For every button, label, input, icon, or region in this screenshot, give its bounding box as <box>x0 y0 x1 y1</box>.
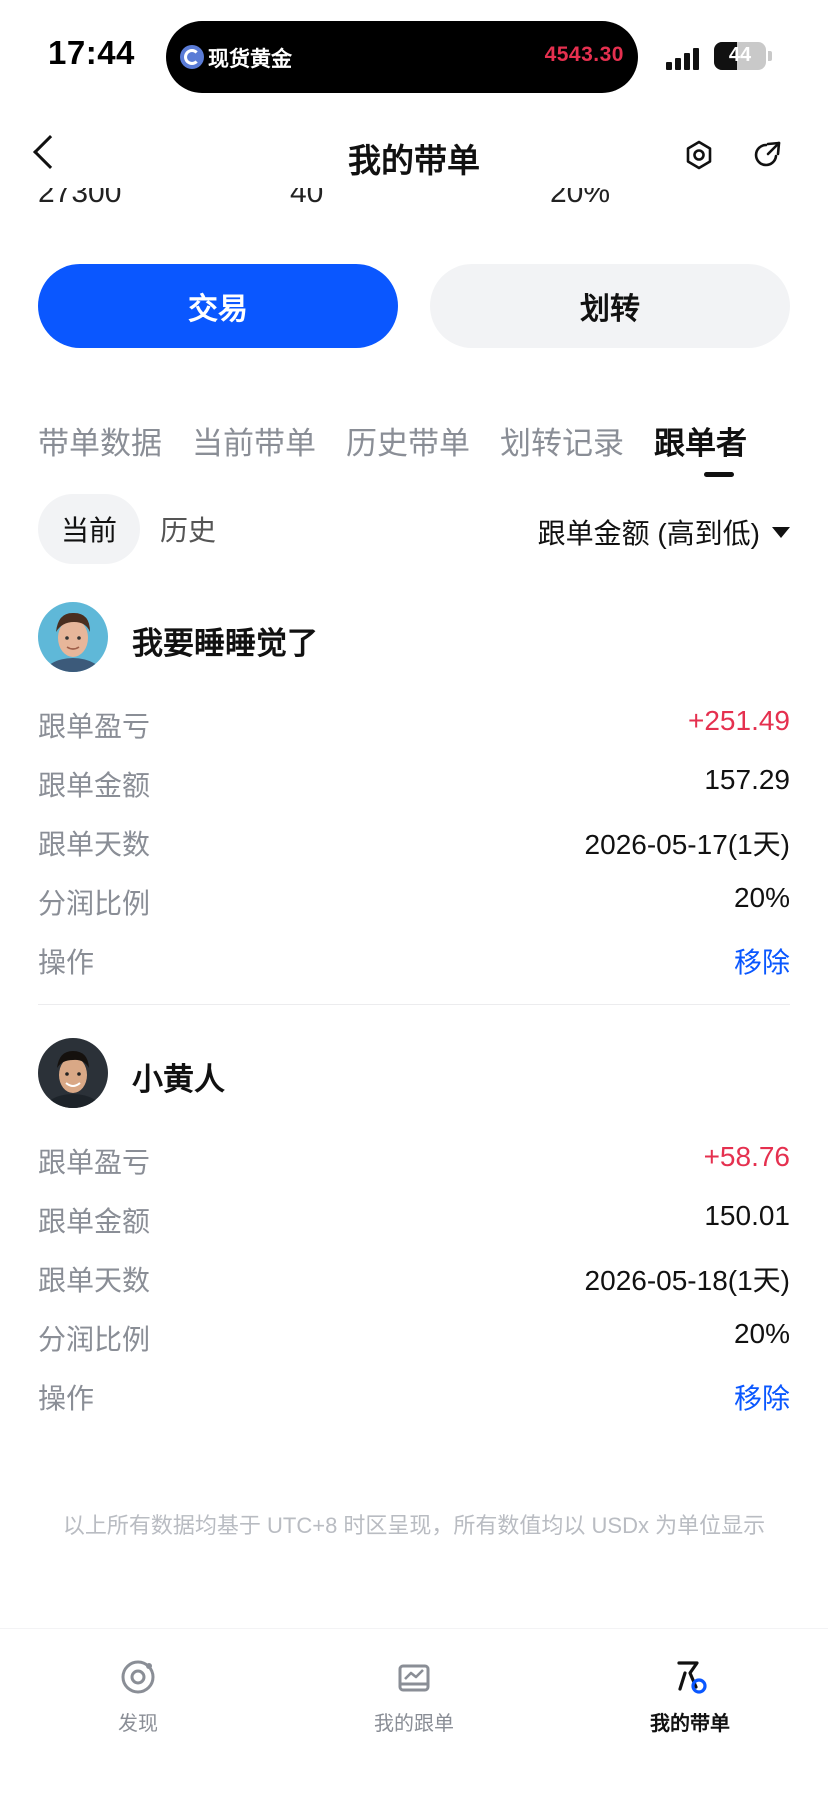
transfer-button[interactable]: 划转 <box>430 264 790 348</box>
timezone-footnote: 以上所有数据均基于 UTC+8 时区呈现，所有数值均以 USDx 为单位显示 <box>62 1513 766 1538</box>
amount-value: 157.29 <box>704 764 790 795</box>
divider <box>38 1004 790 1005</box>
row-label: 分润比例 <box>38 1324 151 1355</box>
follower-card: 小黄人 跟单盈亏 +58.76 跟单金额 150.01 跟单天数 2026-05… <box>38 1038 790 1414</box>
row-label: 跟单天数 <box>38 829 151 860</box>
tabbar-item-my-lead[interactable]: 我的带单 <box>620 1657 760 1736</box>
follower-name: 我要睡睡觉了 <box>132 626 318 661</box>
row-share-ratio: 分润比例 20% <box>38 1318 790 1358</box>
status-time: 17:44 <box>48 34 135 71</box>
row-amount: 跟单金额 157.29 <box>38 764 790 804</box>
days-value: 2026-05-17(1天) <box>584 829 790 860</box>
gold-ticker-icon <box>180 45 204 69</box>
stats-peek-value: 27300 <box>38 188 122 209</box>
tab-bar: 带单数据 当前带单 历史带单 划转记录 跟单者 <box>38 408 798 478</box>
follower-name: 小黄人 <box>132 1062 225 1097</box>
tab-history-lead[interactable]: 历史带单 <box>346 418 470 463</box>
row-label: 跟单盈亏 <box>38 711 151 742</box>
tabbar-label: 我的跟单 <box>374 1713 454 1735</box>
row-action: 操作 移除 <box>38 941 790 981</box>
segment-current[interactable]: 当前 <box>38 494 140 564</box>
lead-trade-icon <box>677 1661 707 1694</box>
profit-value: +58.76 <box>703 1141 790 1172</box>
row-days: 跟单天数 2026-05-18(1天) <box>38 1259 790 1299</box>
row-label: 分润比例 <box>38 888 151 919</box>
remove-button[interactable]: 移除 <box>734 1377 790 1417</box>
battery-percent: 44 <box>728 44 752 66</box>
follower-card: 我要睡睡觉了 跟单盈亏 +251.49 跟单金额 157.29 跟单天数 202… <box>38 602 790 978</box>
share-ratio-value: 20% <box>733 1318 790 1349</box>
stats-peek-value: 20% <box>550 188 611 209</box>
trade-button[interactable]: 交易 <box>38 264 398 348</box>
row-profit: 跟单盈亏 +58.76 <box>38 1141 790 1181</box>
days-value: 2026-05-18(1天) <box>584 1265 790 1296</box>
tabbar-label: 我的带单 <box>650 1713 730 1735</box>
nav-bar: 我的带单 <box>0 110 828 200</box>
bottom-tab-bar: 发现 我的跟单 我的带单 <box>0 1628 828 1795</box>
row-label: 跟单金额 <box>38 770 151 801</box>
row-label: 操作 <box>38 1383 95 1414</box>
share-icon[interactable] <box>752 140 782 170</box>
row-amount: 跟单金额 150.01 <box>38 1200 790 1240</box>
tab-lead-data[interactable]: 带单数据 <box>38 418 162 463</box>
profit-value: +251.49 <box>688 705 790 736</box>
row-action: 操作 移除 <box>38 1377 790 1417</box>
stats-peek-value: 40 <box>290 188 324 209</box>
battery-icon: 44 <box>714 42 766 70</box>
tabbar-item-discover[interactable]: 发现 <box>68 1657 208 1736</box>
island-label: 现货黄金 <box>208 48 292 71</box>
share-ratio-value: 20% <box>733 882 790 913</box>
discover-icon <box>121 1660 155 1694</box>
row-days: 跟单天数 2026-05-17(1天) <box>38 823 790 863</box>
sort-dropdown[interactable]: 跟单金额 (高到低) <box>538 512 790 552</box>
signal-icon <box>666 44 706 70</box>
row-share-ratio: 分润比例 20% <box>38 882 790 922</box>
tab-current-lead[interactable]: 当前带单 <box>192 418 316 463</box>
stats-peek: 27300 40 20% <box>0 188 828 214</box>
tabbar-item-my-copy[interactable]: 我的跟单 <box>344 1657 484 1736</box>
tab-followers[interactable]: 跟单者 <box>654 418 747 463</box>
row-label: 跟单天数 <box>38 1265 151 1296</box>
island-price: 4543.30 <box>544 43 624 66</box>
row-label: 跟单盈亏 <box>38 1147 151 1178</box>
sort-label: 跟单金额 (高到低) <box>537 518 760 549</box>
settings-icon[interactable] <box>684 140 714 170</box>
copy-trade-icon <box>398 1664 430 1692</box>
row-profit: 跟单盈亏 +251.49 <box>38 705 790 745</box>
tabbar-label: 发现 <box>118 1713 158 1735</box>
row-label: 操作 <box>38 947 95 978</box>
dynamic-island[interactable]: 现货黄金 4543.30 <box>166 21 638 93</box>
remove-button[interactable]: 移除 <box>734 941 790 981</box>
row-label: 跟单金额 <box>38 1206 151 1237</box>
avatar <box>38 602 108 672</box>
caret-down-icon <box>772 526 790 538</box>
amount-value: 150.01 <box>704 1200 790 1231</box>
battery-tip <box>768 51 772 61</box>
tab-active-indicator <box>704 472 734 477</box>
status-bar: 17:44 现货黄金 4543.30 44 <box>0 0 828 110</box>
avatar <box>38 1038 108 1108</box>
segment-history[interactable]: 历史 <box>148 494 228 564</box>
filter-row: 当前 历史 跟单金额 (高到低) <box>38 494 790 564</box>
tab-transfer-records[interactable]: 划转记录 <box>500 418 624 463</box>
